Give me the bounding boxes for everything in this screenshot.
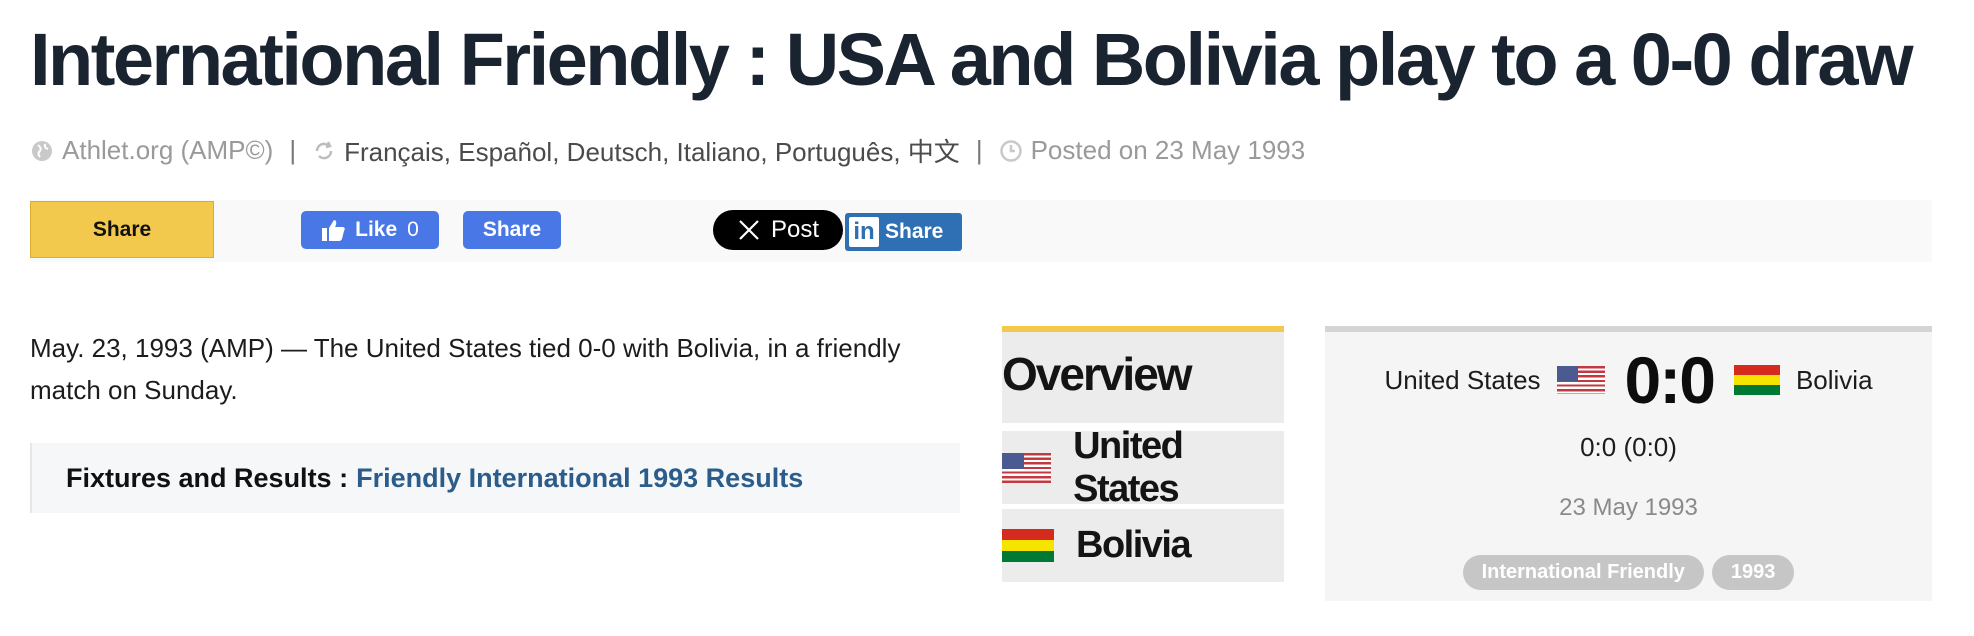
linkedin-share-button[interactable]: in Share — [845, 213, 962, 251]
bolivia-flag-icon — [1002, 529, 1054, 562]
overview-team-name: Bolivia — [1076, 524, 1192, 566]
overview-title: Overview — [1002, 326, 1284, 423]
linkedin-icon: in — [849, 217, 879, 247]
halftime-score: 0:0 (0:0) — [1580, 432, 1677, 462]
meta-separator: | — [289, 135, 297, 165]
article-body: May. 23, 1993 (AMP) — The United States … — [30, 333, 901, 405]
page-title: International Friendly : USA and Bolivia… — [30, 18, 1914, 101]
bolivia-flag-icon — [1733, 365, 1780, 395]
us-flag-icon — [1556, 366, 1605, 394]
posted-date: Posted on 23 May 1993 — [1030, 135, 1306, 165]
refresh-icon — [315, 140, 333, 159]
match-date: 23 May 1993 — [1559, 494, 1698, 521]
facebook-share-button[interactable]: Share — [463, 211, 561, 249]
linkedin-share-label: Share — [885, 220, 944, 243]
language-link-zh[interactable]: 中文 — [908, 137, 960, 167]
clock-icon — [999, 139, 1022, 162]
overview-team-row[interactable]: United States — [1002, 425, 1284, 510]
overview-team-row[interactable]: Bolivia — [1002, 509, 1284, 582]
facebook-like-count: 0 — [407, 218, 419, 241]
facebook-like-button[interactable]: Like 0 — [301, 211, 439, 249]
meta-separator: | — [975, 135, 983, 165]
tag-badge[interactable]: 1993 — [1711, 555, 1795, 590]
language-link-es[interactable]: Español — [458, 137, 552, 167]
fixtures-label: Fixtures and Results : — [66, 462, 349, 493]
language-link-pt[interactable]: Português — [775, 137, 894, 167]
tag-badge[interactable]: International Friendly — [1462, 555, 1704, 590]
x-logo-icon — [739, 220, 759, 240]
home-team-name[interactable]: United States — [1384, 365, 1540, 396]
tag-list: International Friendly 1993 — [1325, 555, 1932, 590]
x-post-button[interactable]: Post — [713, 210, 843, 250]
article-meta: Athlet.org (AMP©) | Français, Español, D… — [30, 132, 1305, 169]
fixtures-box: Fixtures and Results : Friendly Internat… — [30, 443, 960, 513]
us-flag-icon — [1002, 452, 1052, 483]
language-link-fr[interactable]: Français — [344, 137, 444, 167]
globe-icon — [32, 140, 52, 161]
source-link[interactable]: Athlet.org (AMP©) — [62, 135, 273, 166]
x-post-label: Post — [770, 216, 820, 243]
overview-team-name: United States — [1073, 424, 1184, 510]
language-link-de[interactable]: Deutsch — [567, 137, 662, 167]
language-list: Français, Español, Deutsch, Italiano, Po… — [344, 137, 960, 167]
thumbs-up-icon — [322, 220, 345, 241]
language-link-it[interactable]: Italiano — [677, 137, 761, 167]
away-team-name[interactable]: Bolivia — [1796, 365, 1873, 396]
share-button[interactable]: Share — [30, 201, 214, 258]
facebook-like-label: Like — [355, 218, 398, 241]
fixtures-link[interactable]: Friendly International 1993 Results — [356, 463, 803, 494]
score-line: United States 0:0 Bolivia — [1325, 340, 1932, 420]
final-score: 0:0 — [1624, 343, 1716, 417]
